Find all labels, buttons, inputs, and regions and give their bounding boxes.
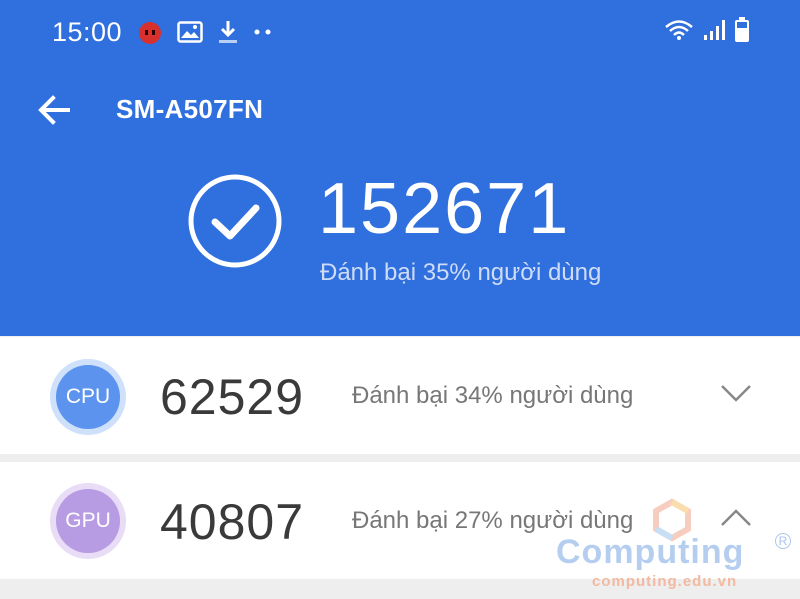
back-arrow-icon bbox=[38, 95, 70, 125]
check-circle-icon bbox=[188, 174, 282, 268]
chevron-down-icon[interactable] bbox=[716, 379, 756, 407]
more-dots-icon bbox=[253, 28, 273, 36]
chevron-up-icon[interactable] bbox=[716, 504, 756, 532]
watermark-url: computing.edu.vn bbox=[592, 573, 738, 590]
watermark-name: Computing bbox=[556, 533, 745, 571]
device-title: SM-A507FN bbox=[116, 94, 264, 124]
registered-mark-icon: R bbox=[775, 533, 791, 549]
cpu-badge-ring: CPU bbox=[50, 359, 126, 435]
download-icon bbox=[217, 19, 239, 45]
notification-icons bbox=[137, 18, 273, 46]
toolbar: SM-A507FN bbox=[0, 80, 800, 140]
back-button[interactable] bbox=[34, 90, 74, 130]
wifi-icon bbox=[664, 18, 694, 42]
battery-icon bbox=[734, 17, 750, 43]
antutu-app-icon bbox=[137, 19, 163, 45]
cpu-score-card[interactable]: CPU 62529 Đánh bại 34% người dùng bbox=[0, 337, 800, 454]
status-bar: 15:00 bbox=[0, 0, 800, 64]
total-score: 152671 bbox=[318, 169, 571, 249]
signal-icon bbox=[702, 18, 726, 42]
cpu-score: 62529 bbox=[160, 369, 305, 425]
total-ranking-text: Đánh bại 35% người dùng bbox=[320, 259, 602, 286]
system-status-icons bbox=[664, 16, 750, 44]
gpu-ranking-text: Đánh bại 27% người dùng bbox=[352, 507, 634, 534]
result-header: 15:00 SM-A507FN 152671 Đánh bại 35% ngườ… bbox=[0, 0, 800, 336]
cpu-badge: CPU bbox=[56, 365, 120, 429]
gpu-badge: GPU bbox=[56, 489, 120, 553]
status-time: 15:00 bbox=[52, 17, 123, 47]
image-icon bbox=[177, 21, 203, 43]
gpu-badge-ring: GPU bbox=[50, 483, 126, 559]
cpu-ranking-text: Đánh bại 34% người dùng bbox=[352, 382, 634, 409]
gpu-score: 40807 bbox=[160, 494, 305, 550]
